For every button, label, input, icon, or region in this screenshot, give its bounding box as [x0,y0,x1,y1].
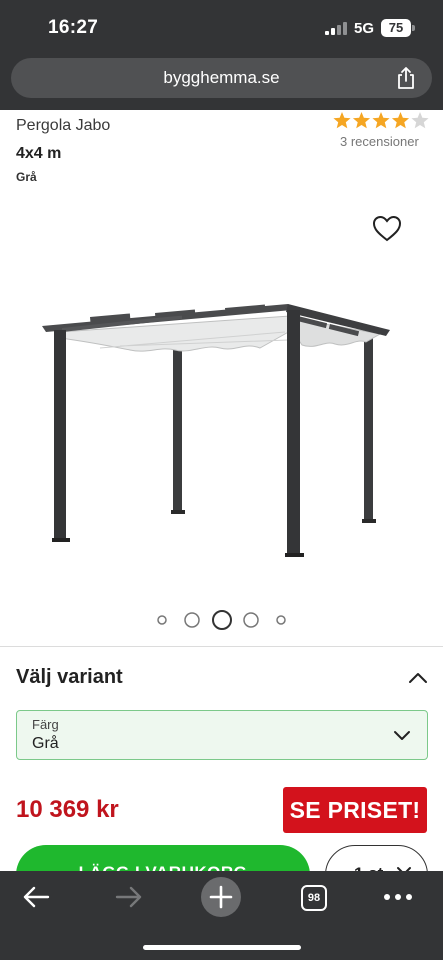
product-image[interactable] [30,290,400,570]
color-select-label: Färg [32,717,59,732]
carousel-dot[interactable] [157,615,167,625]
battery-icon: 75 [381,19,411,37]
star-icon [411,112,429,129]
star-icon [352,112,371,129]
variant-heading: Välj variant [16,666,123,688]
price: 10 369 kr [16,796,119,823]
rating-stars[interactable] [332,111,430,131]
plus-icon [209,885,233,909]
carousel-dot[interactable] [184,612,200,628]
forward-arrow-icon[interactable] [115,886,143,908]
network-type: 5G [354,20,375,37]
carousel-dot-active[interactable] [212,610,232,630]
image-carousel-dots[interactable] [150,608,300,632]
new-tab-button[interactable] [201,877,241,917]
color-select[interactable]: Färg Grå [16,710,428,760]
product-size: 4x4 m [16,145,62,162]
product-color: Grå [16,170,37,184]
carousel-dot[interactable] [243,612,259,628]
product-name: Pergola Jabo [16,117,111,134]
star-icon [333,112,351,129]
address-bar[interactable]: bygghemma.se [11,58,432,98]
back-arrow-icon[interactable] [22,886,50,908]
more-icon[interactable] [383,893,413,901]
star-icon [372,112,390,129]
signal-icon [325,21,347,35]
tabs-button[interactable]: 98 [301,885,327,911]
reviews-link[interactable]: 3 recensioner [340,134,419,149]
url-text: bygghemma.se [163,68,280,87]
share-icon[interactable] [395,66,417,90]
status-time: 16:27 [48,17,99,38]
heart-icon[interactable] [372,215,402,243]
chevron-down-icon [394,731,410,740]
carousel-dot[interactable] [276,615,286,625]
browser-top-bar: 16:27 5G 75 bygghemma.se [0,0,443,110]
color-select-value: Grå [32,735,59,752]
price-badge[interactable]: SE PRISET! [283,787,427,833]
chevron-up-icon[interactable] [408,671,428,685]
star-icon [391,112,410,129]
battery-tip [412,25,415,31]
home-indicator [143,945,301,950]
section-divider [0,646,443,647]
browser-bottom-toolbar: 98 [0,871,443,960]
